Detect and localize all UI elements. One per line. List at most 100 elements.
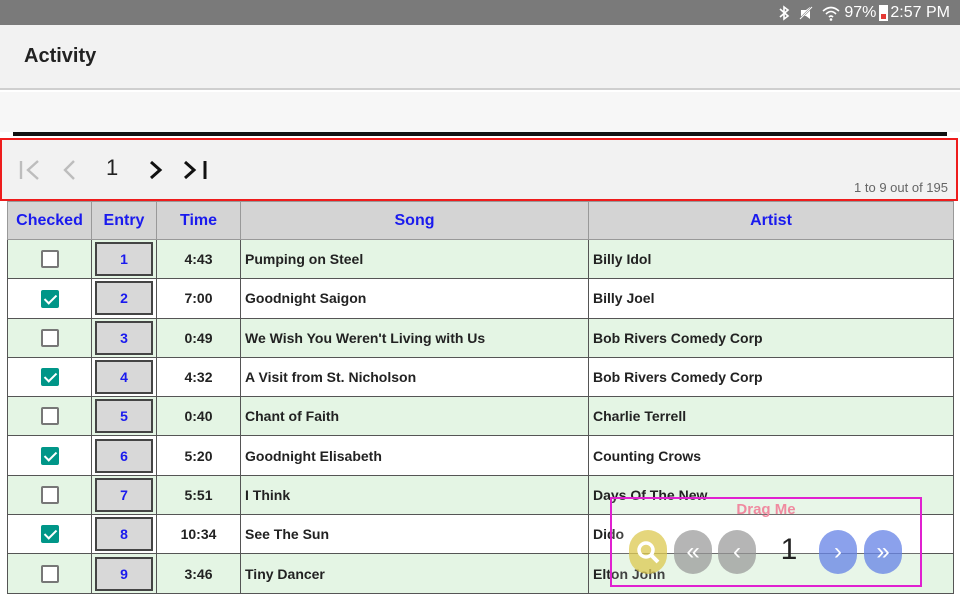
column-header-song[interactable]: Song <box>240 201 589 240</box>
row-checkbox[interactable] <box>40 328 59 347</box>
time-cell: 0:49 <box>156 317 241 358</box>
top-pager: 1 1 to 9 out of 195 <box>0 138 958 201</box>
time-cell: 5:51 <box>156 474 241 516</box>
entry-button[interactable]: 6 <box>95 438 153 473</box>
checked-cell <box>7 238 92 280</box>
table-row: 5 0:40 Chant of Faith Charlie Terrell <box>7 396 954 437</box>
clock: 2:57 PM <box>890 3 950 21</box>
row-checkbox[interactable] <box>40 486 59 505</box>
song-cell: A Visit from St. Nicholson <box>240 356 589 398</box>
entry-cell: 6 <box>91 435 157 476</box>
artist-cell: Bob Rivers Comedy Corp <box>588 356 954 398</box>
row-checkbox[interactable] <box>40 446 59 465</box>
row-checkbox[interactable] <box>40 564 59 583</box>
battery-icon <box>879 4 889 21</box>
next-page-button[interactable] <box>145 154 167 186</box>
time-cell: 4:32 <box>156 356 241 398</box>
artist-cell: Billy Joel <box>588 278 954 319</box>
content-spacer <box>0 92 960 132</box>
prev-page-button[interactable] <box>58 154 80 186</box>
column-header-artist[interactable]: Artist <box>588 201 954 240</box>
first-page-button[interactable] <box>16 154 44 186</box>
entry-cell: 4 <box>91 356 157 398</box>
floating-last-button[interactable]: » <box>864 530 902 574</box>
song-cell: Goodnight Saigon <box>240 278 589 319</box>
row-checkbox[interactable] <box>40 368 59 387</box>
status-bar: 97% 2:57 PM <box>0 0 960 25</box>
wifi-icon <box>822 5 840 21</box>
time-cell: 5:20 <box>156 435 241 476</box>
row-checkbox[interactable] <box>40 525 59 544</box>
table-row: 3 0:49 We Wish You Weren't Living with Us B… <box>7 317 954 358</box>
time-cell: 7:00 <box>156 278 241 319</box>
checked-cell <box>7 553 92 594</box>
entry-cell: 2 <box>91 278 157 319</box>
entry-button[interactable]: 9 <box>95 556 153 591</box>
battery-percent: 97% <box>844 3 877 21</box>
chevron-right-icon: › <box>834 538 842 565</box>
entry-cell: 5 <box>91 396 157 437</box>
entry-button[interactable]: 8 <box>95 517 153 552</box>
artist-cell: Counting Crows <box>588 435 954 476</box>
time-cell: 0:40 <box>156 396 241 437</box>
search-icon <box>637 541 660 564</box>
checked-cell <box>7 356 92 398</box>
floating-current-page: 1 <box>780 533 798 566</box>
entry-button[interactable]: 5 <box>95 399 153 434</box>
column-header-entry[interactable]: Entry <box>91 201 157 240</box>
floating-first-button[interactable]: « <box>674 530 712 574</box>
page-title: Activity <box>24 45 97 67</box>
entry-cell: 8 <box>91 514 157 555</box>
entry-cell: 7 <box>91 474 157 516</box>
row-checkbox[interactable] <box>40 407 59 426</box>
entry-button[interactable]: 3 <box>95 320 153 355</box>
song-cell: I Think <box>240 474 589 516</box>
floating-pager[interactable]: Drag Me « ‹ 1 › » <box>610 497 922 587</box>
app-bar: Activity <box>0 25 960 90</box>
table-header-row: Checked Entry Time Song Artist <box>7 201 954 240</box>
entry-button[interactable]: 2 <box>95 281 153 316</box>
song-cell: We Wish You Weren't Living with Us <box>240 317 589 358</box>
entry-cell: 9 <box>91 553 157 594</box>
artist-cell: Billy Idol <box>588 238 954 280</box>
double-chevron-left-icon: « <box>686 538 700 565</box>
divider <box>13 132 947 136</box>
song-cell: Tiny Dancer <box>240 553 589 594</box>
song-cell: Pumping on Steel <box>240 238 589 280</box>
song-cell: Goodnight Elisabeth <box>240 435 589 476</box>
table-row: 2 7:00 Goodnight Saigon Billy Joel <box>7 278 954 319</box>
search-button[interactable] <box>629 530 667 574</box>
checked-cell <box>7 317 92 358</box>
time-cell: 10:34 <box>156 514 241 555</box>
drag-handle-label[interactable]: Drag Me <box>612 501 920 518</box>
table-row: 1 4:43 Pumping on Steel Billy Idol <box>7 238 954 280</box>
artist-cell: Bob Rivers Comedy Corp <box>588 317 954 358</box>
vibrate-off-icon <box>798 5 814 21</box>
entry-button[interactable]: 4 <box>95 360 153 395</box>
entry-cell: 3 <box>91 317 157 358</box>
checked-cell <box>7 514 92 555</box>
bluetooth-icon <box>778 4 790 21</box>
current-page: 1 <box>106 155 119 180</box>
double-chevron-right-icon: » <box>876 538 890 565</box>
checked-cell <box>7 278 92 319</box>
checked-cell <box>7 474 92 516</box>
column-header-checked[interactable]: Checked <box>7 201 92 240</box>
row-checkbox[interactable] <box>40 250 59 269</box>
artist-cell: Charlie Terrell <box>588 396 954 437</box>
row-checkbox[interactable] <box>40 289 59 308</box>
entry-button[interactable]: 1 <box>95 242 153 277</box>
song-cell: See The Sun <box>240 514 589 555</box>
column-header-time[interactable]: Time <box>156 201 241 240</box>
checked-cell <box>7 396 92 437</box>
last-page-button[interactable] <box>180 154 212 186</box>
record-count: 1 to 9 out of 195 <box>854 180 948 195</box>
entry-button[interactable]: 7 <box>95 477 153 512</box>
checked-cell <box>7 435 92 476</box>
floating-next-button[interactable]: › <box>819 530 857 574</box>
table-row: 4 4:32 A Visit from St. Nicholson Bob River… <box>7 356 954 398</box>
table-row: 6 5:20 Goodnight Elisabeth Counting Crows <box>7 435 954 476</box>
time-cell: 3:46 <box>156 553 241 594</box>
song-cell: Chant of Faith <box>240 396 589 437</box>
floating-prev-button[interactable]: ‹ <box>718 530 756 574</box>
